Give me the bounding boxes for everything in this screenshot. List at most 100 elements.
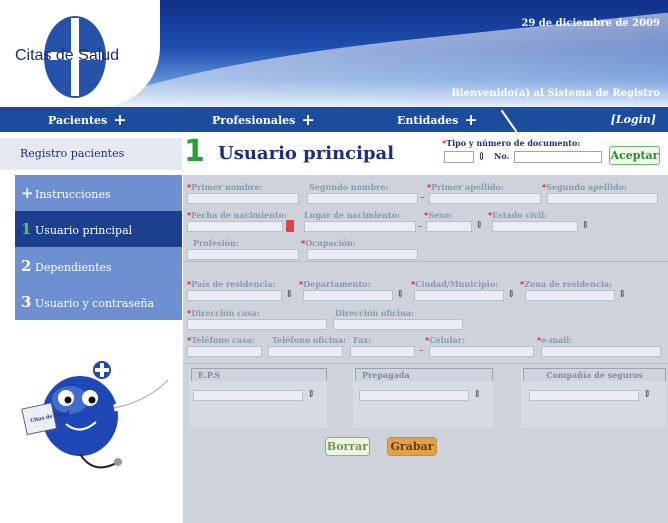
compania-seguros-group: Compañía de seguros ⇕ bbox=[521, 368, 666, 428]
segundo-nombre-input[interactable] bbox=[307, 193, 418, 204]
save-button[interactable]: Grabar bbox=[387, 437, 437, 456]
primer-nombre-input[interactable] bbox=[187, 193, 299, 204]
personal-info-section: *Primer nombre: Segundo nombre: – *Prime… bbox=[183, 175, 668, 262]
separator-dash: – bbox=[418, 222, 423, 232]
email-label: *e-mail: bbox=[537, 335, 573, 345]
plus-icon: + bbox=[301, 110, 315, 129]
lugar-nacimiento-label: Lugar de nacimiento: bbox=[304, 210, 400, 220]
spinner-icon[interactable]: ⇕ bbox=[643, 389, 651, 400]
fecha-nacimiento-input[interactable] bbox=[187, 221, 283, 232]
sidebar-item-instrucciones[interactable]: +Instrucciones bbox=[15, 175, 182, 211]
header-banner: Citas de Salud 29 de diciembre de 2009 B… bbox=[0, 0, 668, 107]
prepagada-group: Prepagada ⇕ bbox=[353, 368, 493, 428]
logo-text: Citas de Salud bbox=[15, 47, 120, 64]
zona-select[interactable] bbox=[525, 290, 615, 301]
nav-pacientes[interactable]: Pacientes + bbox=[48, 107, 127, 132]
spinner-icon[interactable]: ⇕ bbox=[581, 220, 589, 231]
nav-entidades[interactable]: Entidades + bbox=[397, 107, 478, 132]
compania-seguros-select[interactable] bbox=[529, 390, 639, 401]
subheader: Registro pacientes 1 Usuario principal *… bbox=[0, 132, 668, 174]
telefono-oficina-label: Teléfono oficina: bbox=[272, 335, 346, 345]
departamento-label: *Departamento: bbox=[299, 279, 371, 289]
document-label: *Tipo y número de documento: bbox=[442, 138, 581, 148]
nav-divider bbox=[500, 109, 518, 133]
document-number-input[interactable] bbox=[514, 151, 602, 163]
celular-input[interactable] bbox=[429, 346, 534, 357]
profesion-label: Profesión: bbox=[193, 238, 239, 248]
plus-icon: + bbox=[21, 184, 34, 202]
fecha-nacimiento-label: *Fecha de nacimiento: bbox=[187, 210, 287, 220]
section-title: Registro pacientes bbox=[0, 138, 182, 170]
plus-icon: + bbox=[113, 110, 127, 129]
direccion-casa-input[interactable] bbox=[187, 319, 327, 330]
primer-nombre-label: *Primer nombre: bbox=[187, 182, 263, 192]
direccion-casa-label: *Dirección casa: bbox=[187, 308, 260, 318]
eps-group: E.P.S ⇕ bbox=[189, 368, 327, 428]
clear-button[interactable]: Borrar bbox=[325, 437, 370, 456]
sexo-label: *Sexo: bbox=[424, 210, 453, 220]
email-input[interactable] bbox=[541, 346, 661, 357]
spinner-icon[interactable]: ⇕ bbox=[396, 289, 404, 300]
direccion-oficina-input[interactable] bbox=[333, 319, 463, 330]
calendar-icon[interactable] bbox=[286, 220, 294, 232]
estado-civil-label: *Estado civil: bbox=[488, 210, 547, 220]
segundo-nombre-label: Segundo nombre: bbox=[309, 182, 389, 192]
sidebar-item-dependientes[interactable]: 2 Dependientes bbox=[15, 248, 182, 284]
accept-button[interactable]: Aceptar bbox=[609, 146, 660, 165]
telefono-casa-label: *Teléfono casa: bbox=[187, 335, 255, 345]
step-number-icon: 2 bbox=[21, 257, 32, 275]
step-number: 1 bbox=[184, 134, 205, 169]
document-number-label: No. bbox=[494, 151, 510, 161]
current-date: 29 de diciembre de 2009 bbox=[521, 18, 660, 29]
spinner-icon[interactable]: ⇕ bbox=[507, 289, 515, 300]
nav-profesionales[interactable]: Profesionales + bbox=[212, 107, 315, 132]
segundo-apellido-label: *Segundo apellido: bbox=[542, 182, 627, 192]
eps-title: E.P.S bbox=[191, 368, 327, 381]
login-link[interactable]: [Login] bbox=[611, 107, 656, 132]
document-type-select[interactable] bbox=[444, 151, 474, 163]
zona-label: *Zona de residencia: bbox=[520, 279, 613, 289]
sidebar-item-usuario-contrasena[interactable]: 3 Usuario y contraseña bbox=[15, 284, 182, 320]
telefono-casa-input[interactable] bbox=[187, 346, 262, 357]
ocupacion-input[interactable] bbox=[307, 249, 418, 260]
spinner-icon[interactable]: ⇕ bbox=[285, 289, 293, 300]
contact-section: *País de residencia: ⇕ *Departamento: ⇕ … bbox=[183, 266, 668, 364]
prepagada-title: Prepagada bbox=[355, 368, 493, 381]
pais-select[interactable] bbox=[187, 290, 282, 301]
primer-apellido-label: *Primer apellido: bbox=[427, 182, 504, 192]
ciudad-select[interactable] bbox=[414, 290, 504, 301]
prepagada-select[interactable] bbox=[359, 390, 469, 401]
lugar-nacimiento-input[interactable] bbox=[304, 221, 416, 232]
main-nav: Pacientes + Profesionales + Entidades + [Lo… bbox=[0, 107, 668, 133]
mascot-illustration: Citas de Salud bbox=[18, 358, 182, 478]
spinner-icon[interactable]: ⇕ bbox=[477, 150, 486, 163]
welcome-message: Bienvenido(a) al Sistema de Registro bbox=[451, 88, 660, 99]
sidebar-item-usuario-principal[interactable]: 1 Usuario principal bbox=[15, 211, 182, 247]
sexo-select[interactable] bbox=[426, 221, 472, 232]
primer-apellido-input[interactable] bbox=[429, 193, 541, 204]
step-number-icon: 3 bbox=[21, 293, 32, 311]
pais-label: *País de residencia: bbox=[187, 279, 276, 289]
ocupacion-label: *Ocupación: bbox=[301, 238, 356, 248]
spinner-icon[interactable]: ⇕ bbox=[618, 289, 626, 300]
profesion-input[interactable] bbox=[187, 249, 299, 260]
step-number-icon: 1 bbox=[21, 220, 32, 238]
fax-label: Fax: bbox=[353, 335, 372, 345]
fax-input[interactable] bbox=[350, 346, 415, 357]
ciudad-label: *Ciudad/Municipio: bbox=[411, 279, 499, 289]
registration-form: *Primer nombre: Segundo nombre: – *Prime… bbox=[183, 175, 668, 523]
segundo-apellido-input[interactable] bbox=[547, 193, 658, 204]
eps-select[interactable] bbox=[193, 390, 303, 401]
plus-icon: + bbox=[464, 110, 478, 129]
spinner-icon[interactable]: ⇕ bbox=[475, 220, 483, 231]
spinner-icon[interactable]: ⇕ bbox=[307, 389, 315, 400]
departamento-select[interactable] bbox=[303, 290, 393, 301]
sidebar: +Instrucciones 1 Usuario principal 2 Depen… bbox=[15, 175, 182, 320]
page-title: Usuario principal bbox=[218, 143, 395, 164]
estado-civil-select[interactable] bbox=[492, 221, 578, 232]
separator-dash: – bbox=[419, 346, 424, 356]
telefono-oficina-input[interactable] bbox=[268, 346, 343, 357]
celular-label: *Celular: bbox=[425, 335, 465, 345]
spinner-icon[interactable]: ⇕ bbox=[473, 389, 481, 400]
separator-dash: – bbox=[420, 193, 425, 203]
